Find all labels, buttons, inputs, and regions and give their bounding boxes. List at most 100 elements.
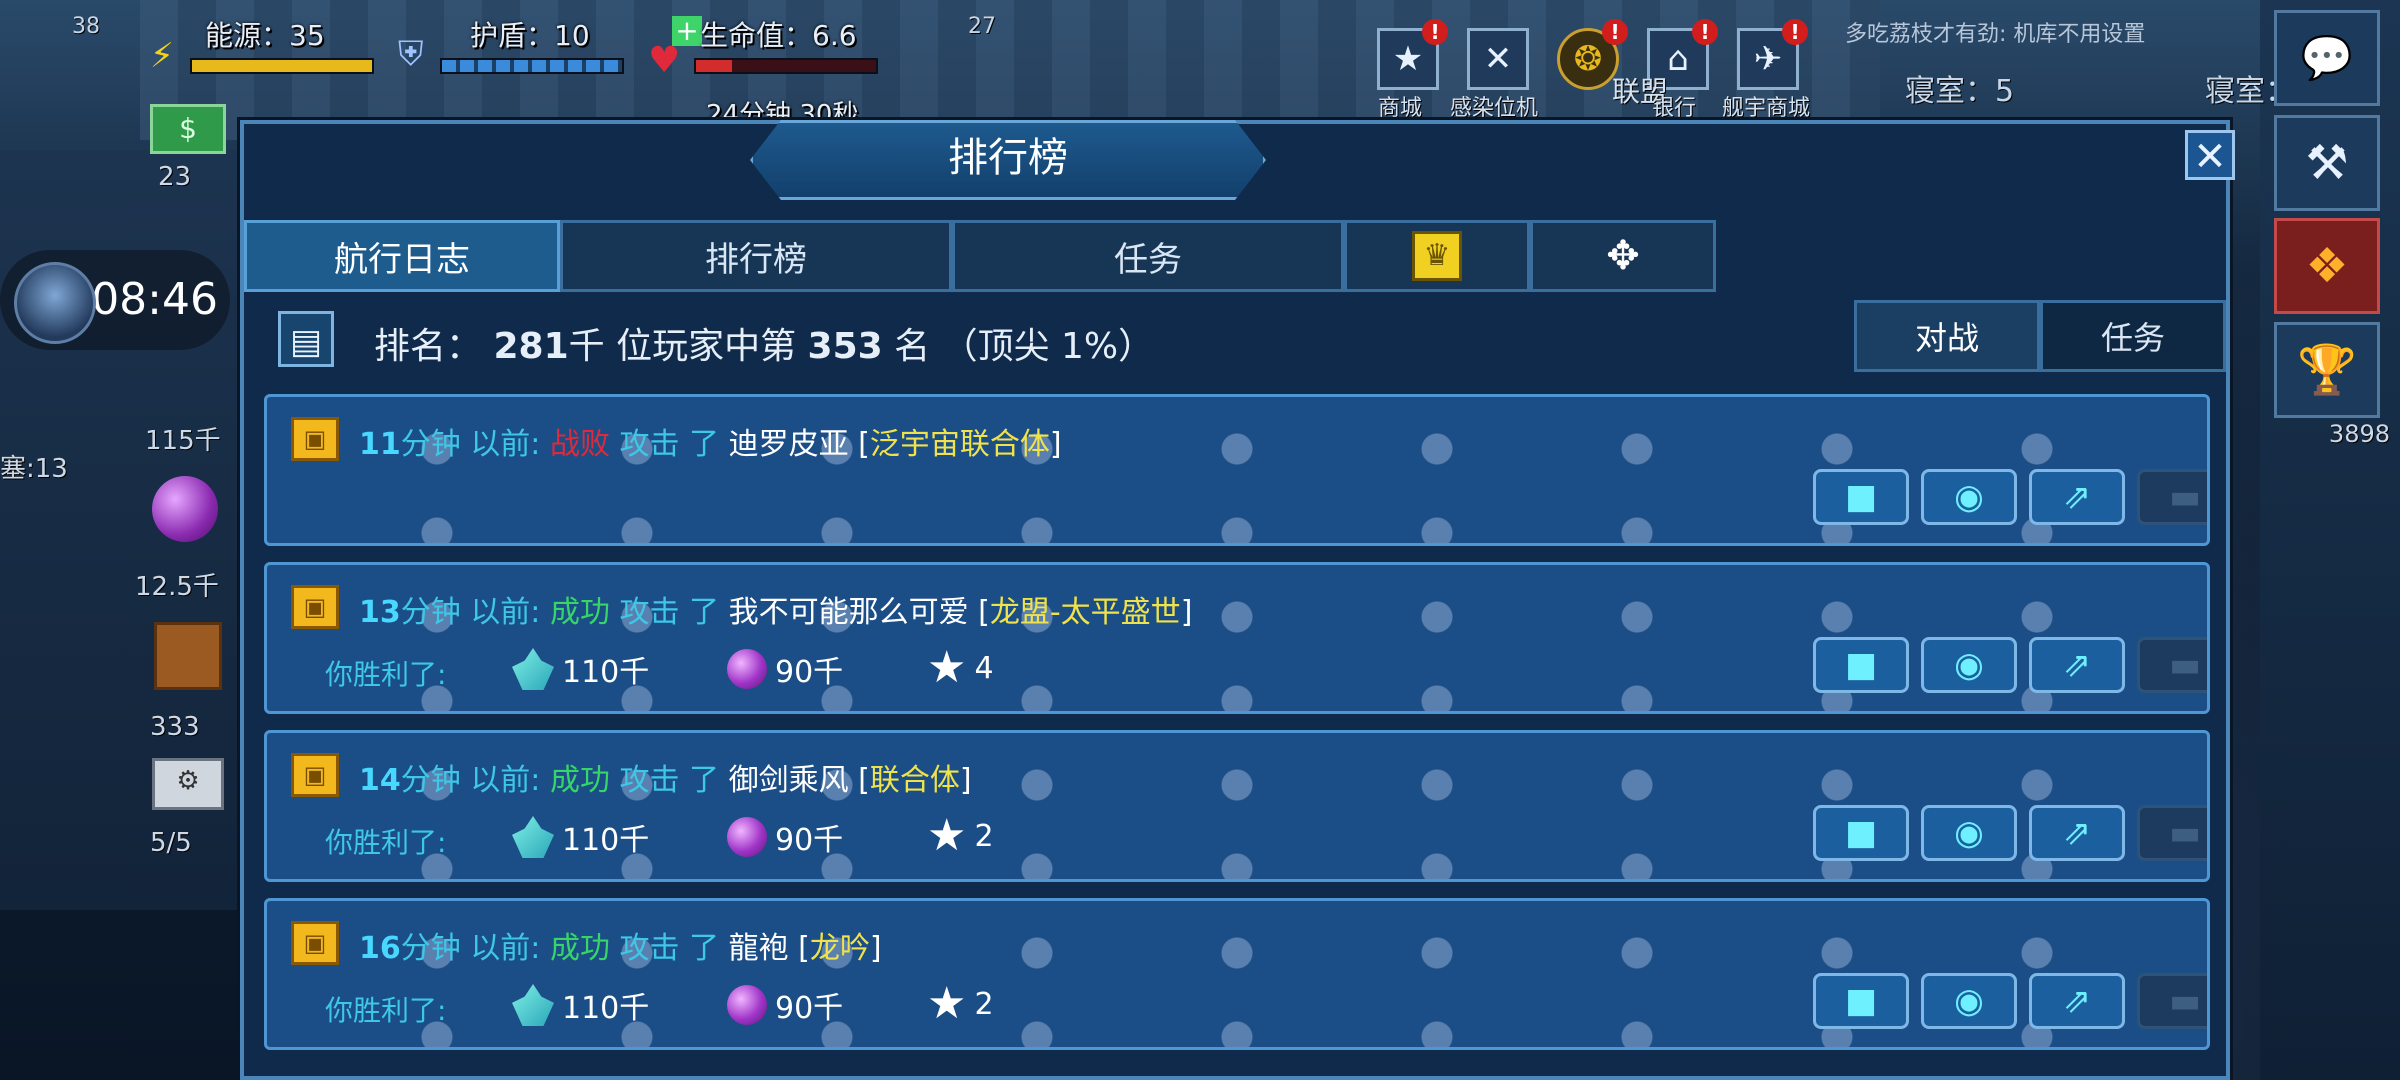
- event-button[interactable]: ❖: [2274, 218, 2380, 314]
- video-camera-icon: ■: [1844, 981, 1878, 1021]
- entry-minutes: 14: [359, 763, 401, 798]
- entry-minutes: 13: [359, 595, 401, 630]
- shield-bar: [440, 58, 624, 74]
- star-icon: ★: [927, 642, 967, 693]
- replay-button[interactable]: ■: [1813, 973, 1909, 1029]
- orb-resource-icon: [152, 476, 218, 542]
- revenge-button[interactable]: ▬: [2137, 637, 2207, 693]
- fleet-shop-label: 舰宇商城: [1722, 96, 1811, 121]
- cash-icon[interactable]: $: [150, 104, 226, 154]
- log-entry: ▣ 11分钟 以前: 战败 攻击 了 迪罗皮亚 [泛宇宙联合体] ■ ◉ ⇗ ▬: [264, 394, 2210, 546]
- share-button[interactable]: ⇗: [2029, 637, 2125, 693]
- log-entry-summary: 14分钟 以前: 成功 攻击 了 御剑乘风 [联合体]: [359, 755, 972, 799]
- battle-button[interactable]: ✕: [1467, 28, 1529, 90]
- disabled-action-icon: ▬: [2168, 477, 2202, 517]
- close-button[interactable]: ✕: [2185, 130, 2235, 180]
- side-resource-2: 115千: [145, 426, 221, 456]
- entry-player: 龍袍: [728, 931, 789, 966]
- filter-task-button[interactable]: 任务: [2040, 300, 2226, 372]
- entry-bracket-close: ]: [869, 931, 882, 966]
- crystal-amount: 110千: [562, 823, 650, 858]
- tab-label: 航行日志: [334, 239, 470, 280]
- notification-badge: !: [1692, 19, 1718, 45]
- tab-missions[interactable]: 任务: [952, 220, 1344, 292]
- shield-label: 护盾：10: [470, 19, 590, 52]
- view-button[interactable]: ◉: [1921, 805, 2017, 861]
- lightning-icon: ⚡: [150, 36, 174, 76]
- replay-button[interactable]: ■: [1813, 805, 1909, 861]
- tab-leaderboard[interactable]: 排行榜: [560, 220, 952, 292]
- trophy-button[interactable]: 🏆: [2274, 322, 2380, 418]
- share-button[interactable]: ⇗: [2029, 469, 2125, 525]
- fleet-shop-button[interactable]: ✈ !: [1737, 19, 1808, 90]
- entry-result: 成功: [549, 595, 610, 630]
- revenge-button[interactable]: ▬: [2137, 973, 2207, 1029]
- entry-bracket-open: [: [858, 427, 870, 462]
- view-button[interactable]: ◉: [1921, 637, 2017, 693]
- build-button[interactable]: ⚒: [2274, 115, 2380, 211]
- external-link-icon: ⇗: [2062, 981, 2092, 1021]
- replay-button[interactable]: ■: [1813, 469, 1909, 525]
- entry-result: 成功: [549, 763, 610, 798]
- room-label: 寝室：5: [1905, 74, 2015, 109]
- crystal-amount: 110千: [562, 991, 650, 1026]
- star-icon: ★: [927, 978, 967, 1029]
- list-icon[interactable]: ▤: [278, 311, 334, 367]
- chat-button[interactable]: 💬: [2274, 10, 2380, 106]
- star-icon: ★: [927, 810, 967, 861]
- dpad-icon: ✥: [1606, 233, 1640, 279]
- shop-button[interactable]: ★ !: [1377, 19, 1448, 90]
- alliance-notice: 多吃荔枝才有劲: 机库不用设置: [1845, 22, 2146, 47]
- tab-label: 排行榜: [705, 239, 807, 280]
- tab-special[interactable]: ✥: [1530, 220, 1716, 292]
- reward-orb: 90千: [727, 647, 843, 691]
- avatar[interactable]: [14, 262, 96, 344]
- level-badge-left: 38: [72, 14, 100, 39]
- alliance-button[interactable]: ❂ !: [1557, 19, 1628, 90]
- top-hud: 38 ⚡ 能源：35 ⛨ 护盾：10 ♥ + 生命值：6.6 27 24分钟 3…: [0, 0, 2400, 140]
- filter-battle-button[interactable]: 对战: [1854, 300, 2040, 372]
- eye-icon: ◉: [1954, 981, 1984, 1021]
- energy-label: 能源：35: [205, 19, 325, 52]
- modal-title: 排行榜: [750, 120, 1266, 200]
- trophy-icon: 🏆: [2297, 342, 2357, 398]
- share-button[interactable]: ⇗: [2029, 973, 2125, 1029]
- orb-amount: 90千: [775, 655, 844, 690]
- reward-label: 你胜利了:: [325, 658, 447, 691]
- reward-orb: 90千: [727, 815, 843, 859]
- crystal-icon: [512, 816, 554, 858]
- entry-alliance: 龙吟: [809, 931, 870, 966]
- notification-badge: !: [1602, 19, 1628, 45]
- notification-badge: !: [1782, 19, 1808, 45]
- replay-button[interactable]: ■: [1813, 637, 1909, 693]
- reward-crystal: 110千: [512, 815, 649, 859]
- star-amount: 2: [974, 818, 994, 854]
- view-button[interactable]: ◉: [1921, 469, 2017, 525]
- reward-crystal: 110千: [512, 647, 649, 691]
- leaderboard-modal: 航行日志 排行榜 任务 ♛ ✥ ▤ 排名： 281千 位玩家中第 353 名 （…: [240, 120, 2230, 1080]
- log-entry: ▣ 16分钟 以前: 成功 攻击 了 龍袍 [龙吟] 你胜利了: 110千 90千 ★ 2 ■…: [264, 898, 2210, 1050]
- entry-minutes-unit: 分钟: [400, 763, 461, 798]
- star-amount: 2: [974, 986, 994, 1022]
- view-button[interactable]: ◉: [1921, 973, 2017, 1029]
- notification-badge: !: [1422, 19, 1448, 45]
- revenge-button[interactable]: ▬: [2137, 805, 2207, 861]
- rank-text: 排名： 281千 位玩家中第 353 名 （顶尖 1%）: [374, 326, 1155, 367]
- tab-voyage-log[interactable]: 航行日志: [244, 220, 560, 292]
- medal-icon: ▣: [291, 921, 339, 965]
- log-entry-summary: 13分钟 以前: 成功 攻击 了 我不可能那么可爱 [龙盟-太平盛世]: [359, 587, 1192, 631]
- energy-bar: [190, 58, 374, 74]
- entry-player: 我不可能那么可爱: [728, 595, 969, 630]
- share-button[interactable]: ⇗: [2029, 805, 2125, 861]
- orb-icon: [727, 817, 767, 857]
- entry-result: 战败: [549, 427, 610, 462]
- health-bar: [694, 58, 878, 74]
- hammer-icon: ⚒: [2305, 135, 2349, 191]
- tab-trophy[interactable]: ♛: [1344, 220, 1530, 292]
- entry-ago: 以前:: [470, 595, 541, 630]
- bank-label: 银行: [1652, 96, 1697, 121]
- revenge-button[interactable]: ▬: [2137, 469, 2207, 525]
- medkit-icon: +: [672, 16, 702, 46]
- video-camera-icon: ■: [1844, 477, 1878, 517]
- entry-bracket-open: [: [978, 595, 990, 630]
